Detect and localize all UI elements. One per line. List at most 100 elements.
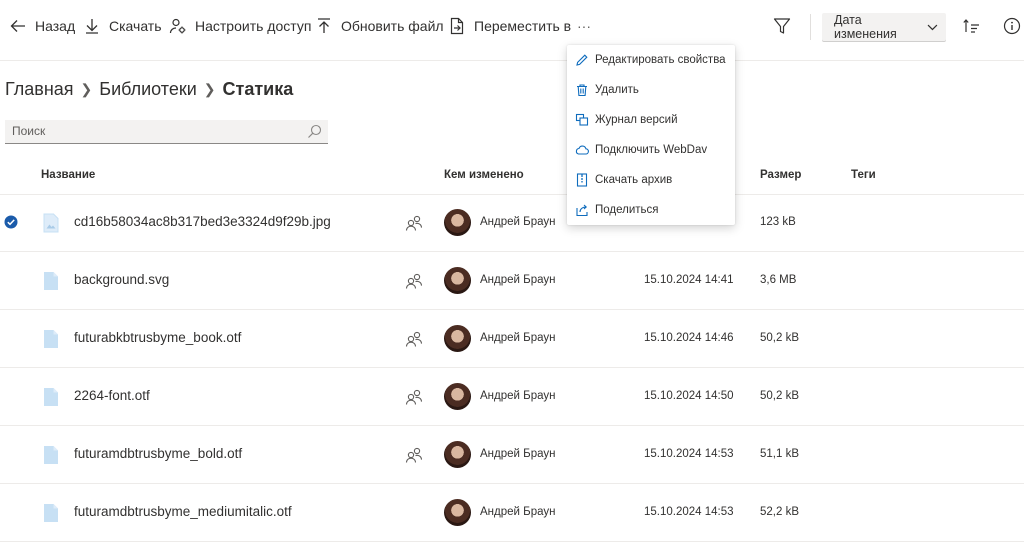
sort-dropdown[interactable]: Дата изменения (822, 13, 946, 41)
author-name[interactable]: Андрей Браун (480, 390, 555, 402)
upload-icon (318, 18, 330, 33)
file-icon (44, 504, 58, 522)
breadcrumb-current: Статика (222, 78, 294, 99)
info-icon (1003, 17, 1021, 35)
menu-item-version-history[interactable]: Журнал версий (567, 105, 735, 135)
command-bar: Назад Скачать Настроить доступ Обновить … (0, 0, 1024, 54)
avatar (444, 325, 471, 352)
modified-date: 15.10.2024 14:50 (644, 390, 734, 402)
more-actions-button[interactable]: ··· (577, 14, 591, 38)
toolbar-divider (0, 60, 1024, 61)
file-size: 3,6 MB (760, 274, 797, 286)
column-header-name[interactable]: Название (41, 169, 95, 181)
menu-item-label: Скачать архив (595, 174, 673, 186)
filter-button[interactable] (773, 14, 791, 38)
menu-item-label: Подключить WebDav (595, 144, 708, 156)
update-file-label: Обновить файл (341, 18, 444, 34)
avatar (444, 383, 471, 410)
menu-item-share[interactable]: Поделиться (567, 195, 735, 225)
trash-icon (577, 84, 587, 97)
avatar (444, 267, 471, 294)
author-name[interactable]: Андрей Браун (480, 332, 555, 344)
back-label: Назад (35, 18, 76, 34)
file-size: 50,2 kB (760, 390, 799, 402)
menu-item-edit-properties[interactable]: Редактировать свойства (567, 45, 735, 75)
file-name[interactable]: futuramdbtrusbyme_bold.otf (74, 446, 242, 461)
breadcrumb-home[interactable]: Главная (5, 79, 74, 100)
update-file-button[interactable]: Обновить файл (315, 14, 444, 38)
search-icon[interactable] (307, 124, 322, 139)
arrow-left-icon (10, 20, 25, 32)
table-row[interactable]: futuramdbtrusbyme_bold.otf Андрей Браун … (0, 426, 1024, 484)
manage-access-label: Настроить доступ (195, 18, 312, 34)
file-icon (44, 272, 58, 290)
table-row[interactable]: background.svg Андрей Браун 15.10.2024 1… (0, 252, 1024, 310)
shared-people-icon[interactable] (405, 272, 423, 290)
manage-access-button[interactable]: Настроить доступ (169, 14, 311, 38)
author-name[interactable]: Андрей Браун (480, 448, 555, 460)
chevron-right-icon: ❯ (80, 80, 93, 97)
shared-people-icon[interactable] (405, 388, 423, 406)
menu-item-delete[interactable]: Удалить (567, 75, 735, 105)
selected-check-icon[interactable] (4, 215, 18, 229)
shared-people-icon[interactable] (405, 446, 423, 464)
file-name[interactable]: 2264-font.otf (74, 388, 150, 403)
column-header-modified-by[interactable]: Кем изменено (444, 169, 524, 181)
menu-item-download-archive[interactable]: Скачать архив (567, 165, 735, 195)
file-size: 52,2 kB (760, 506, 799, 518)
menu-item-label: Редактировать свойства (595, 54, 726, 66)
modified-date: 15.10.2024 14:46 (644, 332, 734, 344)
author-name[interactable]: Андрей Браун (480, 506, 555, 518)
archive-icon (576, 173, 588, 187)
breadcrumb-libraries[interactable]: Библиотеки (99, 79, 197, 100)
cloud-icon (575, 145, 589, 155)
search-input[interactable] (5, 120, 309, 142)
author-name[interactable]: Андрей Браун (480, 274, 555, 286)
sort-direction-button[interactable] (962, 14, 980, 38)
back-button[interactable]: Назад (9, 14, 75, 38)
table-row[interactable]: futuramdbtrusbyme_mediumitalic.otf Андре… (0, 484, 1024, 542)
file-icon (44, 388, 58, 406)
avatar (444, 499, 471, 526)
download-icon (86, 19, 98, 34)
column-header-tags[interactable]: Теги (851, 169, 876, 181)
menu-item-label: Поделиться (595, 204, 659, 216)
table-row[interactable]: 2264-font.otf Андрей Браун 15.10.2024 14… (0, 368, 1024, 426)
download-button[interactable]: Скачать (83, 14, 162, 38)
column-header-size[interactable]: Размер (760, 169, 801, 181)
file-size: 51,1 kB (760, 448, 799, 460)
shared-people-icon[interactable] (405, 214, 423, 232)
file-name[interactable]: background.svg (74, 272, 169, 287)
image-file-icon (43, 213, 59, 233)
shared-people-icon[interactable] (405, 330, 423, 348)
info-button[interactable] (1003, 14, 1021, 38)
modified-date: 15.10.2024 14:53 (644, 506, 734, 518)
author-name[interactable]: Андрей Браун (480, 216, 555, 228)
chevron-right-icon: ❯ (203, 80, 216, 97)
file-size: 123 kB (760, 216, 796, 228)
more-actions-menu: Редактировать свойства Удалить Журнал ве… (567, 45, 735, 225)
table-row[interactable]: futurabkbtrusbyme_book.otf Андрей Браун … (0, 310, 1024, 368)
avatar (444, 209, 471, 236)
file-name[interactable]: cd16b58034ac8b317bed3e3324d9f29b.jpg (74, 214, 331, 229)
pencil-icon (576, 54, 588, 66)
file-size: 50,2 kB (760, 332, 799, 344)
people-settings-icon (169, 18, 186, 34)
sort-ascending-icon (963, 19, 979, 33)
file-icon (44, 330, 58, 348)
move-to-button[interactable]: Переместить в (448, 14, 571, 38)
download-label: Скачать (109, 18, 162, 34)
file-name[interactable]: futuramdbtrusbyme_mediumitalic.otf (74, 504, 292, 519)
search-box (5, 120, 328, 144)
file-name[interactable]: futurabkbtrusbyme_book.otf (74, 330, 241, 345)
file-icon (44, 446, 58, 464)
menu-item-connect-webdav[interactable]: Подключить WebDav (567, 135, 735, 165)
share-out-icon (576, 204, 588, 217)
chevron-down-icon (927, 24, 938, 30)
table-row[interactable]: cd16b58034ac8b317bed3e3324d9f29b.jpg Анд… (0, 194, 1024, 252)
filter-icon (773, 18, 791, 34)
more-icon: ··· (577, 18, 591, 34)
sort-dropdown-label: Дата изменения (834, 13, 897, 41)
menu-item-label: Журнал версий (595, 114, 678, 126)
version-history-icon (575, 113, 589, 126)
